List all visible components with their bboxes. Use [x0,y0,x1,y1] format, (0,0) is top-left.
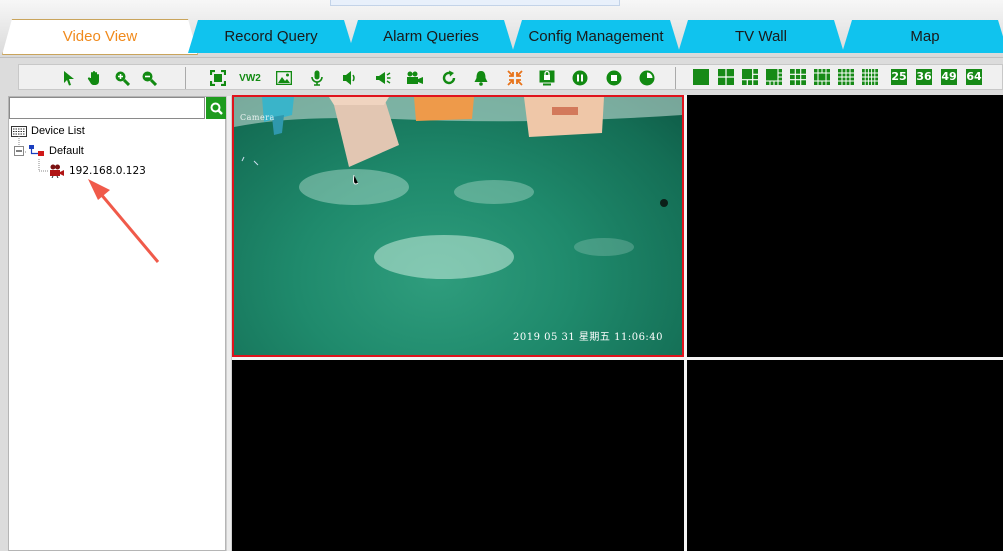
tree-group-label: Default [49,145,84,157]
layout-label: 49 [941,70,957,83]
microphone-icon[interactable] [307,68,327,88]
fullscreen-icon[interactable] [208,68,228,88]
lock-screen-icon[interactable] [537,68,557,88]
layout-13-button[interactable] [814,69,830,85]
video-grid: Camera 2019 05 31 星期五 11:06:40 [232,95,1003,551]
search-button[interactable] [206,97,227,119]
layout-64-button[interactable]: 64 [966,69,982,85]
video-pane-4[interactable] [687,360,1003,551]
layout-20-button[interactable] [862,69,878,85]
camera-scene [234,97,682,279]
zoom-in-icon[interactable] [112,68,132,88]
vw2-label: VW2 [239,72,261,84]
camera-device-icon [50,164,64,178]
tab-label: Config Management [528,28,664,45]
layout-4-button[interactable] [718,69,734,85]
broadcast-icon[interactable] [373,68,393,88]
video-pane-2[interactable] [687,95,1003,357]
pause-icon[interactable] [570,68,590,88]
snapshot-icon[interactable] [274,68,294,88]
zoom-out-icon[interactable] [139,68,159,88]
tab-tv-wall[interactable]: TV Wall [678,20,844,53]
vw2-icon[interactable]: VW2 [237,68,263,88]
tab-label: TV Wall [735,28,787,45]
toolbar-separator [675,67,676,89]
search-input[interactable] [10,98,204,118]
collapse-icon[interactable] [14,146,24,156]
video-pane-3[interactable] [232,360,684,551]
tab-record-query[interactable]: Record Query [188,20,354,53]
top-handle [330,0,620,6]
tab-label: Video View [62,28,138,45]
speaker-icon[interactable] [339,68,359,88]
layout-8-button[interactable] [766,69,782,85]
tab-video-view[interactable]: Video View [2,19,198,55]
layout-16-button[interactable] [838,69,854,85]
layout-9-button[interactable] [790,69,806,85]
layout-label: 64 [966,70,982,83]
layout-label: 25 [891,70,907,83]
layout-36-button[interactable]: 36 [916,69,932,85]
layout-1-button[interactable] [693,69,709,85]
tab-alarm-queries[interactable]: Alarm Queries [348,20,514,53]
tab-label: Record Query [224,28,318,45]
device-panel: Device List Default 192.168.0.123 [8,96,227,551]
layout-6-button[interactable] [742,69,758,85]
hand-icon[interactable] [85,68,105,88]
layout-25-button[interactable]: 25 [891,69,907,85]
group-icon [29,145,44,156]
toolbar: VW2 25 36 49 64 [18,64,1003,90]
camera-osd-label: Camera [240,113,275,122]
device-ip-label: 192.168.0.123 [69,165,146,177]
refresh-icon[interactable] [439,68,459,88]
tab-bar: Video View Record Query Alarm Queries Co… [0,0,1003,58]
tab-label: Map [910,28,940,45]
search-icon [210,102,223,115]
stop-icon[interactable] [604,68,624,88]
tab-map[interactable]: Map [842,20,1003,53]
layout-49-button[interactable]: 49 [941,69,957,85]
camera-osd-timestamp: 2019 05 31 星期五 11:06:40 [513,332,664,343]
alarm-bell-icon[interactable] [471,68,491,88]
tree-group-default[interactable]: Default [14,142,84,160]
tree-device-item[interactable]: 192.168.0.123 [49,162,146,180]
record-icon[interactable] [405,68,425,88]
toolbar-separator [185,67,186,89]
video-pane-1[interactable]: Camera 2019 05 31 星期五 11:06:40 [232,95,684,357]
tab-config-management[interactable]: Config Management [512,20,680,53]
camera-feed: Camera 2019 05 31 星期五 11:06:40 [234,97,682,355]
search-box [9,97,205,119]
play-icon[interactable] [637,68,657,88]
layout-label: 36 [916,70,932,83]
tab-label: Alarm Queries [383,28,479,45]
pointer-icon[interactable] [59,68,79,88]
shrink-icon[interactable] [505,68,525,88]
